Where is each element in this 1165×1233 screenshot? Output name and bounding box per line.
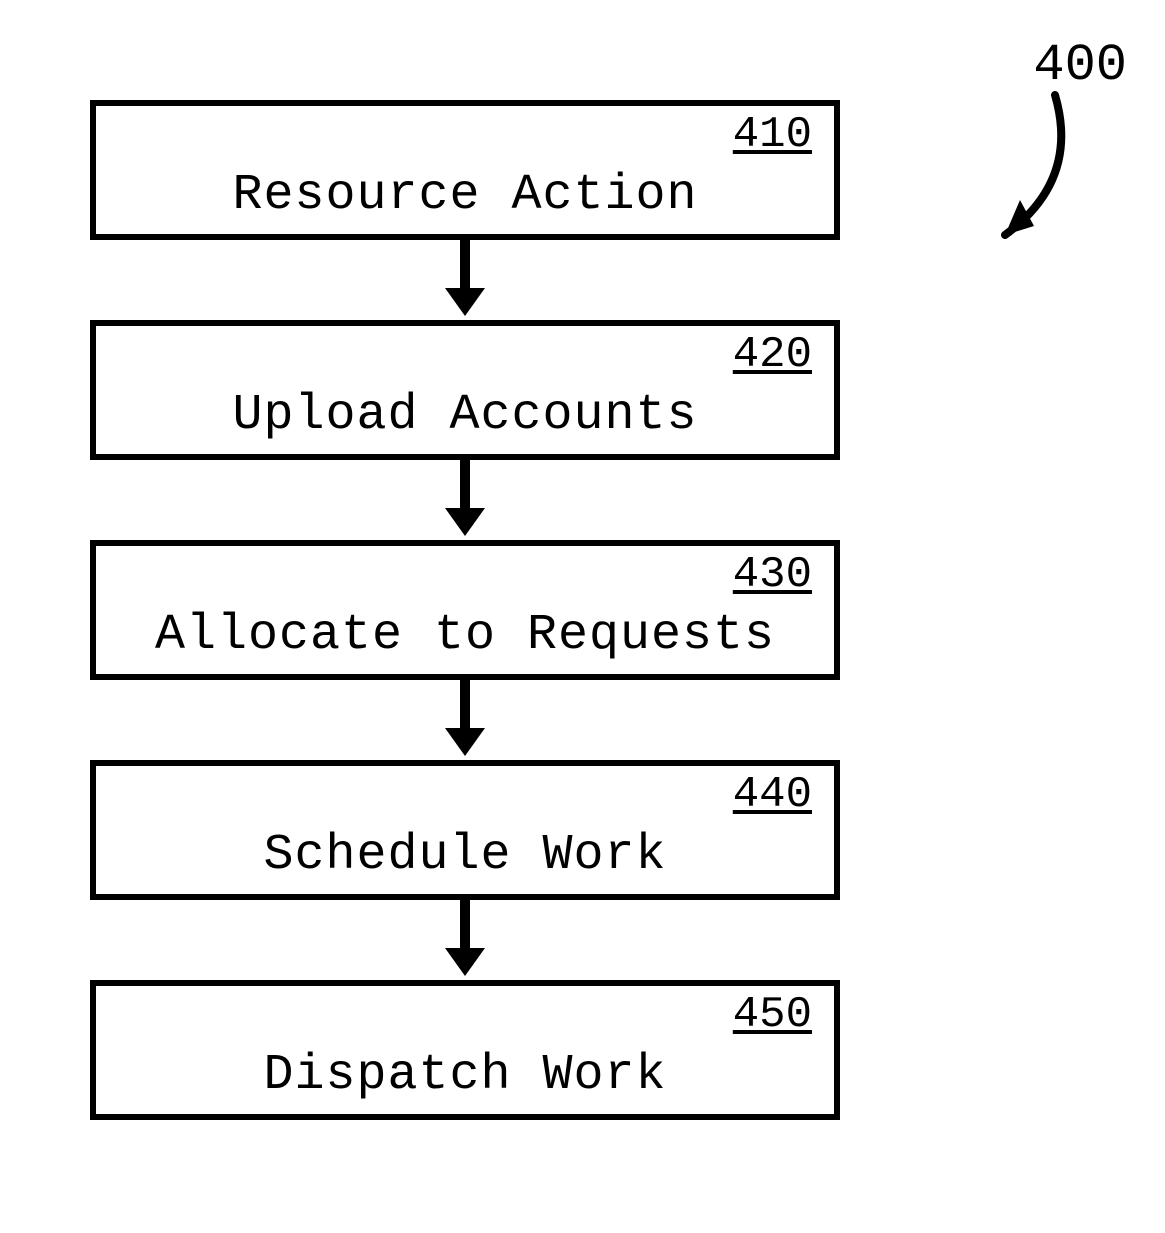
step-number: 450 (733, 990, 812, 1040)
step-label: Dispatch Work (96, 1047, 834, 1104)
flow-step-schedule-work: 440 Schedule Work (90, 760, 840, 900)
flow-arrow (460, 680, 470, 730)
flow-arrow (460, 900, 470, 950)
flowchart-canvas: 400 410 Resource Action 420 Upload Accou… (0, 0, 1165, 1233)
flow-step-allocate-requests: 430 Allocate to Requests (90, 540, 840, 680)
figure-pointer-arrow (900, 70, 1100, 270)
step-number: 410 (733, 110, 812, 160)
step-label: Schedule Work (96, 827, 834, 884)
flow-step-upload-accounts: 420 Upload Accounts (90, 320, 840, 460)
step-label: Upload Accounts (96, 387, 834, 444)
flow-step-resource-action: 410 Resource Action (90, 100, 840, 240)
step-number: 420 (733, 330, 812, 380)
step-label: Resource Action (96, 167, 834, 224)
flow-step-dispatch-work: 450 Dispatch Work (90, 980, 840, 1120)
step-number: 440 (733, 770, 812, 820)
figure-number: 400 (1033, 36, 1127, 95)
step-number: 430 (733, 550, 812, 600)
flow-arrow (460, 460, 470, 510)
flow-arrow (460, 240, 470, 290)
step-label: Allocate to Requests (96, 607, 834, 664)
